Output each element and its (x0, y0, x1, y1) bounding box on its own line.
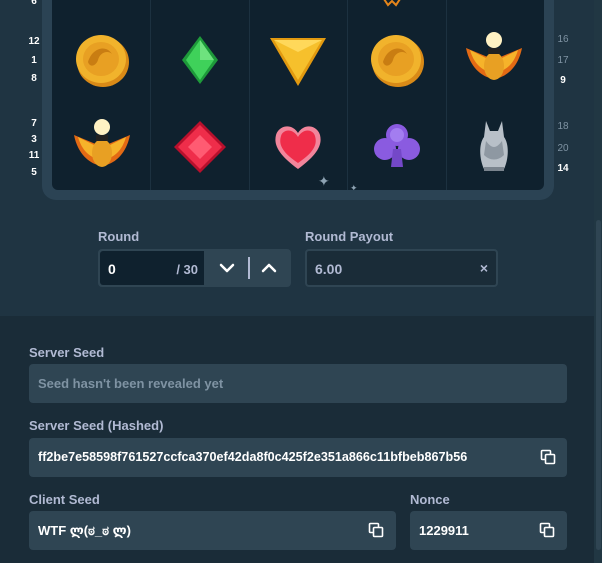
round-decrement-button[interactable] (207, 249, 247, 287)
line-number: 11 (28, 150, 40, 161)
round-control: 0 / 30 (98, 249, 291, 287)
reel-divider (150, 0, 151, 190)
sparkle-icon: ✦ (350, 183, 358, 190)
line-number: 20 (557, 143, 569, 154)
line-number: 3 (31, 134, 37, 145)
round-label: Round (98, 229, 140, 244)
nonce-field[interactable]: 1229911 (410, 511, 567, 550)
round-value: 0 (108, 261, 116, 277)
copy-icon[interactable] (540, 449, 556, 465)
line-number: 12 (28, 36, 40, 47)
round-input[interactable]: 0 / 30 (100, 251, 204, 285)
line-number: 14 (557, 163, 569, 174)
round-increment-button[interactable] (249, 249, 289, 287)
nonce-value: 1229911 (419, 523, 469, 538)
line-number: 8 (31, 73, 37, 84)
scarab-icon (70, 115, 134, 179)
chevron-down-icon (219, 263, 235, 273)
green-diamond-icon (168, 28, 232, 92)
client-seed-value: WTF ლ(ಠ_ಠ ლ) (38, 523, 131, 538)
line-number: 16 (557, 34, 569, 45)
reel-divider (249, 0, 250, 190)
sparkle-icon: ✦ (318, 173, 330, 189)
cat-statue-icon (462, 115, 526, 179)
line-number: 1 (31, 55, 37, 66)
client-seed-label: Client Seed (29, 492, 100, 507)
copy-icon[interactable] (368, 522, 384, 538)
copy-icon[interactable] (539, 522, 555, 538)
scrollbar[interactable] (594, 0, 602, 563)
server-seed-placeholder: Seed hasn't been revealed yet (38, 376, 224, 391)
nonce-label: Nonce (410, 492, 450, 507)
round-payout-field[interactable]: 6.00 × (305, 249, 498, 287)
line-number: 18 (557, 121, 569, 132)
scrollbar-thumb[interactable] (596, 220, 601, 550)
gold-coin-icon (70, 28, 134, 92)
server-seed-label: Server Seed (29, 345, 105, 360)
line-number: 7 (31, 118, 37, 129)
scarab-icon (462, 28, 526, 92)
chevron-up-icon (261, 263, 277, 273)
heart-icon (266, 115, 330, 179)
red-gem-icon (168, 115, 232, 179)
gold-coin-icon (365, 28, 429, 92)
server-seed-hashed-label: Server Seed (Hashed) (29, 418, 164, 433)
line-number: 17 (557, 55, 569, 66)
reels-grid: ✦ ✦ (52, 0, 544, 190)
reel-divider (446, 0, 447, 190)
line-number: 9 (560, 75, 566, 86)
clear-icon[interactable]: × (480, 260, 488, 276)
server-seed-hashed-field[interactable]: ff2be7e58598f761527ccfca370ef42da8f0c425… (29, 438, 567, 477)
server-seed-hashed-value: ff2be7e58598f761527ccfca370ef42da8f0c425… (38, 450, 468, 464)
club-icon (365, 115, 429, 179)
round-total: / 30 (176, 262, 198, 277)
round-payout-label: Round Payout (305, 229, 394, 244)
partial-symbol-icon (382, 0, 402, 7)
reel-divider (347, 0, 348, 190)
line-number: 5 (31, 167, 37, 178)
round-payout-value: 6.00 (315, 261, 343, 277)
line-number: 6 (31, 0, 37, 7)
server-seed-field[interactable]: Seed hasn't been revealed yet (29, 364, 567, 403)
stepper-divider (248, 257, 250, 279)
gold-triangle-icon (266, 28, 330, 92)
client-seed-field[interactable]: WTF ლ(ಠ_ಠ ლ) (29, 511, 396, 550)
